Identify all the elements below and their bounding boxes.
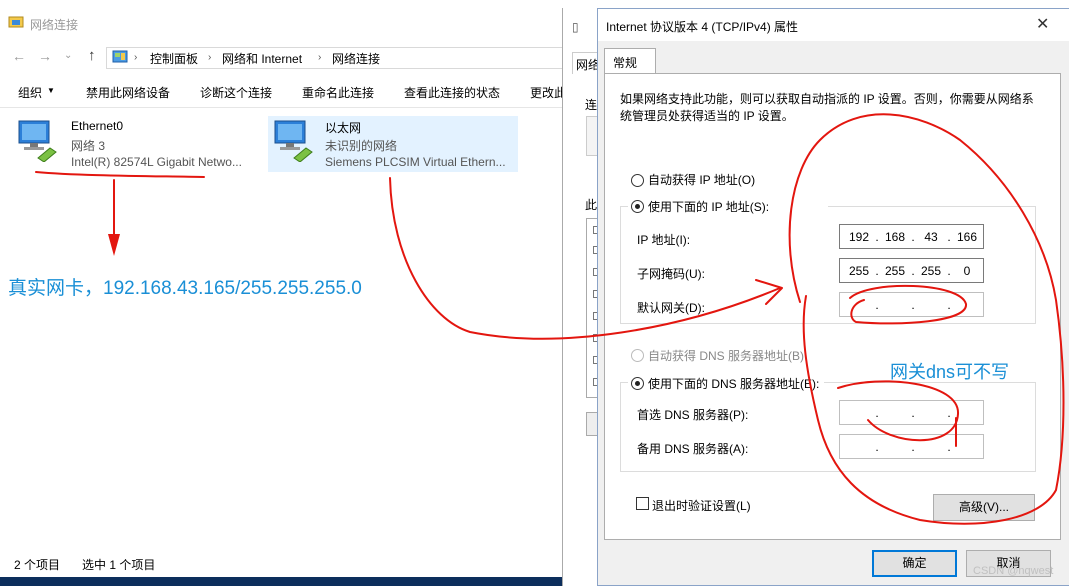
explorer-titlebar: [0, 0, 565, 44]
manual-dns-radio[interactable]: [631, 377, 644, 390]
adapter-device: Siemens PLCSIM Virtual Ethern...: [325, 155, 506, 169]
octet-dot: .: [875, 440, 879, 454]
close-icon[interactable]: ✕: [1036, 14, 1049, 34]
advanced-button[interactable]: 高级(V)...: [933, 494, 1035, 521]
octet-dot: .: [875, 298, 879, 312]
octet-dot: .: [947, 406, 951, 420]
ip-octet: 166: [956, 230, 978, 244]
real-nic-annotation: 真实网卡，192.168.43.165/255.255.255.0: [8, 278, 362, 299]
breadcrumb-control-panel[interactable]: 控制面板: [150, 50, 198, 67]
adapter-device: Intel(R) 82574L Gigabit Netwo...: [71, 155, 242, 169]
breadcrumb-separator-icon: ›: [208, 52, 212, 63]
back-arrow-icon[interactable]: ←: [12, 48, 26, 64]
gateway-field[interactable]: . . .: [839, 292, 984, 317]
validate-checkbox[interactable]: [636, 497, 649, 510]
diagnose-button[interactable]: 诊断这个连接: [200, 84, 272, 101]
window-title: 网络连接: [30, 18, 79, 32]
connection-items-label: 此: [585, 198, 598, 212]
alternate-dns-field[interactable]: . . .: [839, 434, 984, 459]
ok-button[interactable]: 确定: [872, 550, 957, 577]
ip-octet: 43: [924, 230, 938, 244]
validate-label[interactable]: 退出时验证设置(L): [652, 497, 751, 514]
manual-dns-label[interactable]: 使用下面的 DNS 服务器地址(E):: [648, 375, 819, 392]
organize-dropdown-icon[interactable]: ▼: [47, 86, 55, 95]
change-settings-button[interactable]: 更改此: [530, 84, 566, 101]
preferred-dns-field[interactable]: . . .: [839, 400, 984, 425]
window-icon: ▯: [572, 20, 579, 34]
mask-octet: 255: [920, 264, 942, 278]
network-adapter-icon: [18, 120, 57, 162]
mask-octet: 0: [963, 264, 971, 278]
recent-chevron-icon[interactable]: ⌄: [64, 50, 72, 61]
breadcrumb-network-internet[interactable]: 网络和 Internet: [222, 50, 302, 67]
auto-ip-label[interactable]: 自动获得 IP 地址(O): [648, 171, 755, 188]
breadcrumb-separator-icon: ›: [318, 52, 322, 63]
breadcrumb-separator-icon: ›: [134, 52, 138, 63]
octet-dot: .: [947, 298, 951, 312]
network-adapter-icon: [274, 120, 313, 162]
watermark: CSDN @nqwest: [973, 565, 1054, 577]
auto-dns-label[interactable]: 自动获得 DNS 服务器地址(B): [648, 347, 804, 364]
ip-octet: 192: [848, 230, 870, 244]
adapter-network: 网络 3: [71, 139, 106, 153]
mask-octet: 255: [884, 264, 906, 278]
gateway-label: 默认网关(D):: [637, 301, 705, 315]
disable-device-button[interactable]: 禁用此网络设备: [86, 84, 170, 101]
auto-dns-radio[interactable]: [631, 349, 644, 362]
manual-ip-label[interactable]: 使用下面的 IP 地址(S):: [648, 198, 769, 215]
manual-ip-radio[interactable]: [631, 200, 644, 213]
up-arrow-icon[interactable]: ↑: [88, 47, 96, 64]
ip-address-label: IP 地址(I):: [637, 233, 691, 247]
dns-optional-annotation: 网关dns可不写: [890, 362, 1010, 382]
organize-menu[interactable]: 组织: [18, 84, 42, 101]
rename-button[interactable]: 重命名此连接: [302, 84, 374, 101]
adapter-name[interactable]: 以太网: [325, 119, 361, 136]
connect-using-label: 连: [585, 98, 598, 112]
network-folder-icon: [8, 16, 24, 28]
adapter-name[interactable]: Ethernet0: [71, 119, 123, 133]
ip-octet: 168: [884, 230, 906, 244]
status-item-count: 2 个项目: [14, 558, 61, 572]
adapter-network: 未识别的网络: [325, 139, 398, 153]
breadcrumb-network-connections[interactable]: 网络连接: [332, 50, 380, 67]
ip-address-field[interactable]: 192 . 168 . 43 . 166: [839, 224, 984, 249]
octet-dot: .: [875, 406, 879, 420]
status-selected-count: 选中 1 个项目: [82, 558, 156, 572]
intro-text: 如果网络支持此功能，则可以获取自动指派的 IP 设置。否则，你需要从网络系统管理…: [620, 92, 1034, 123]
forward-arrow-icon[interactable]: →: [38, 48, 52, 64]
octet-dot: .: [911, 440, 915, 454]
preferred-dns-label: 首选 DNS 服务器(P):: [637, 408, 749, 422]
subnet-mask-label: 子网掩码(U):: [637, 267, 705, 281]
control-panel-icon: [112, 50, 128, 63]
view-status-button[interactable]: 查看此连接的状态: [404, 84, 500, 101]
alternate-dns-label: 备用 DNS 服务器(A):: [637, 442, 749, 456]
octet-dot: .: [911, 298, 915, 312]
tab-general-label: 常规: [613, 56, 638, 70]
mask-octet: 255: [848, 264, 870, 278]
subnet-mask-field[interactable]: 255 . 255 . 255 . 0: [839, 258, 984, 283]
octet-dot: .: [947, 440, 951, 454]
octet-dot: .: [911, 406, 915, 420]
auto-ip-radio[interactable]: [631, 174, 644, 187]
dialog-title: Internet 协议版本 4 (TCP/IPv4) 属性: [606, 20, 799, 34]
